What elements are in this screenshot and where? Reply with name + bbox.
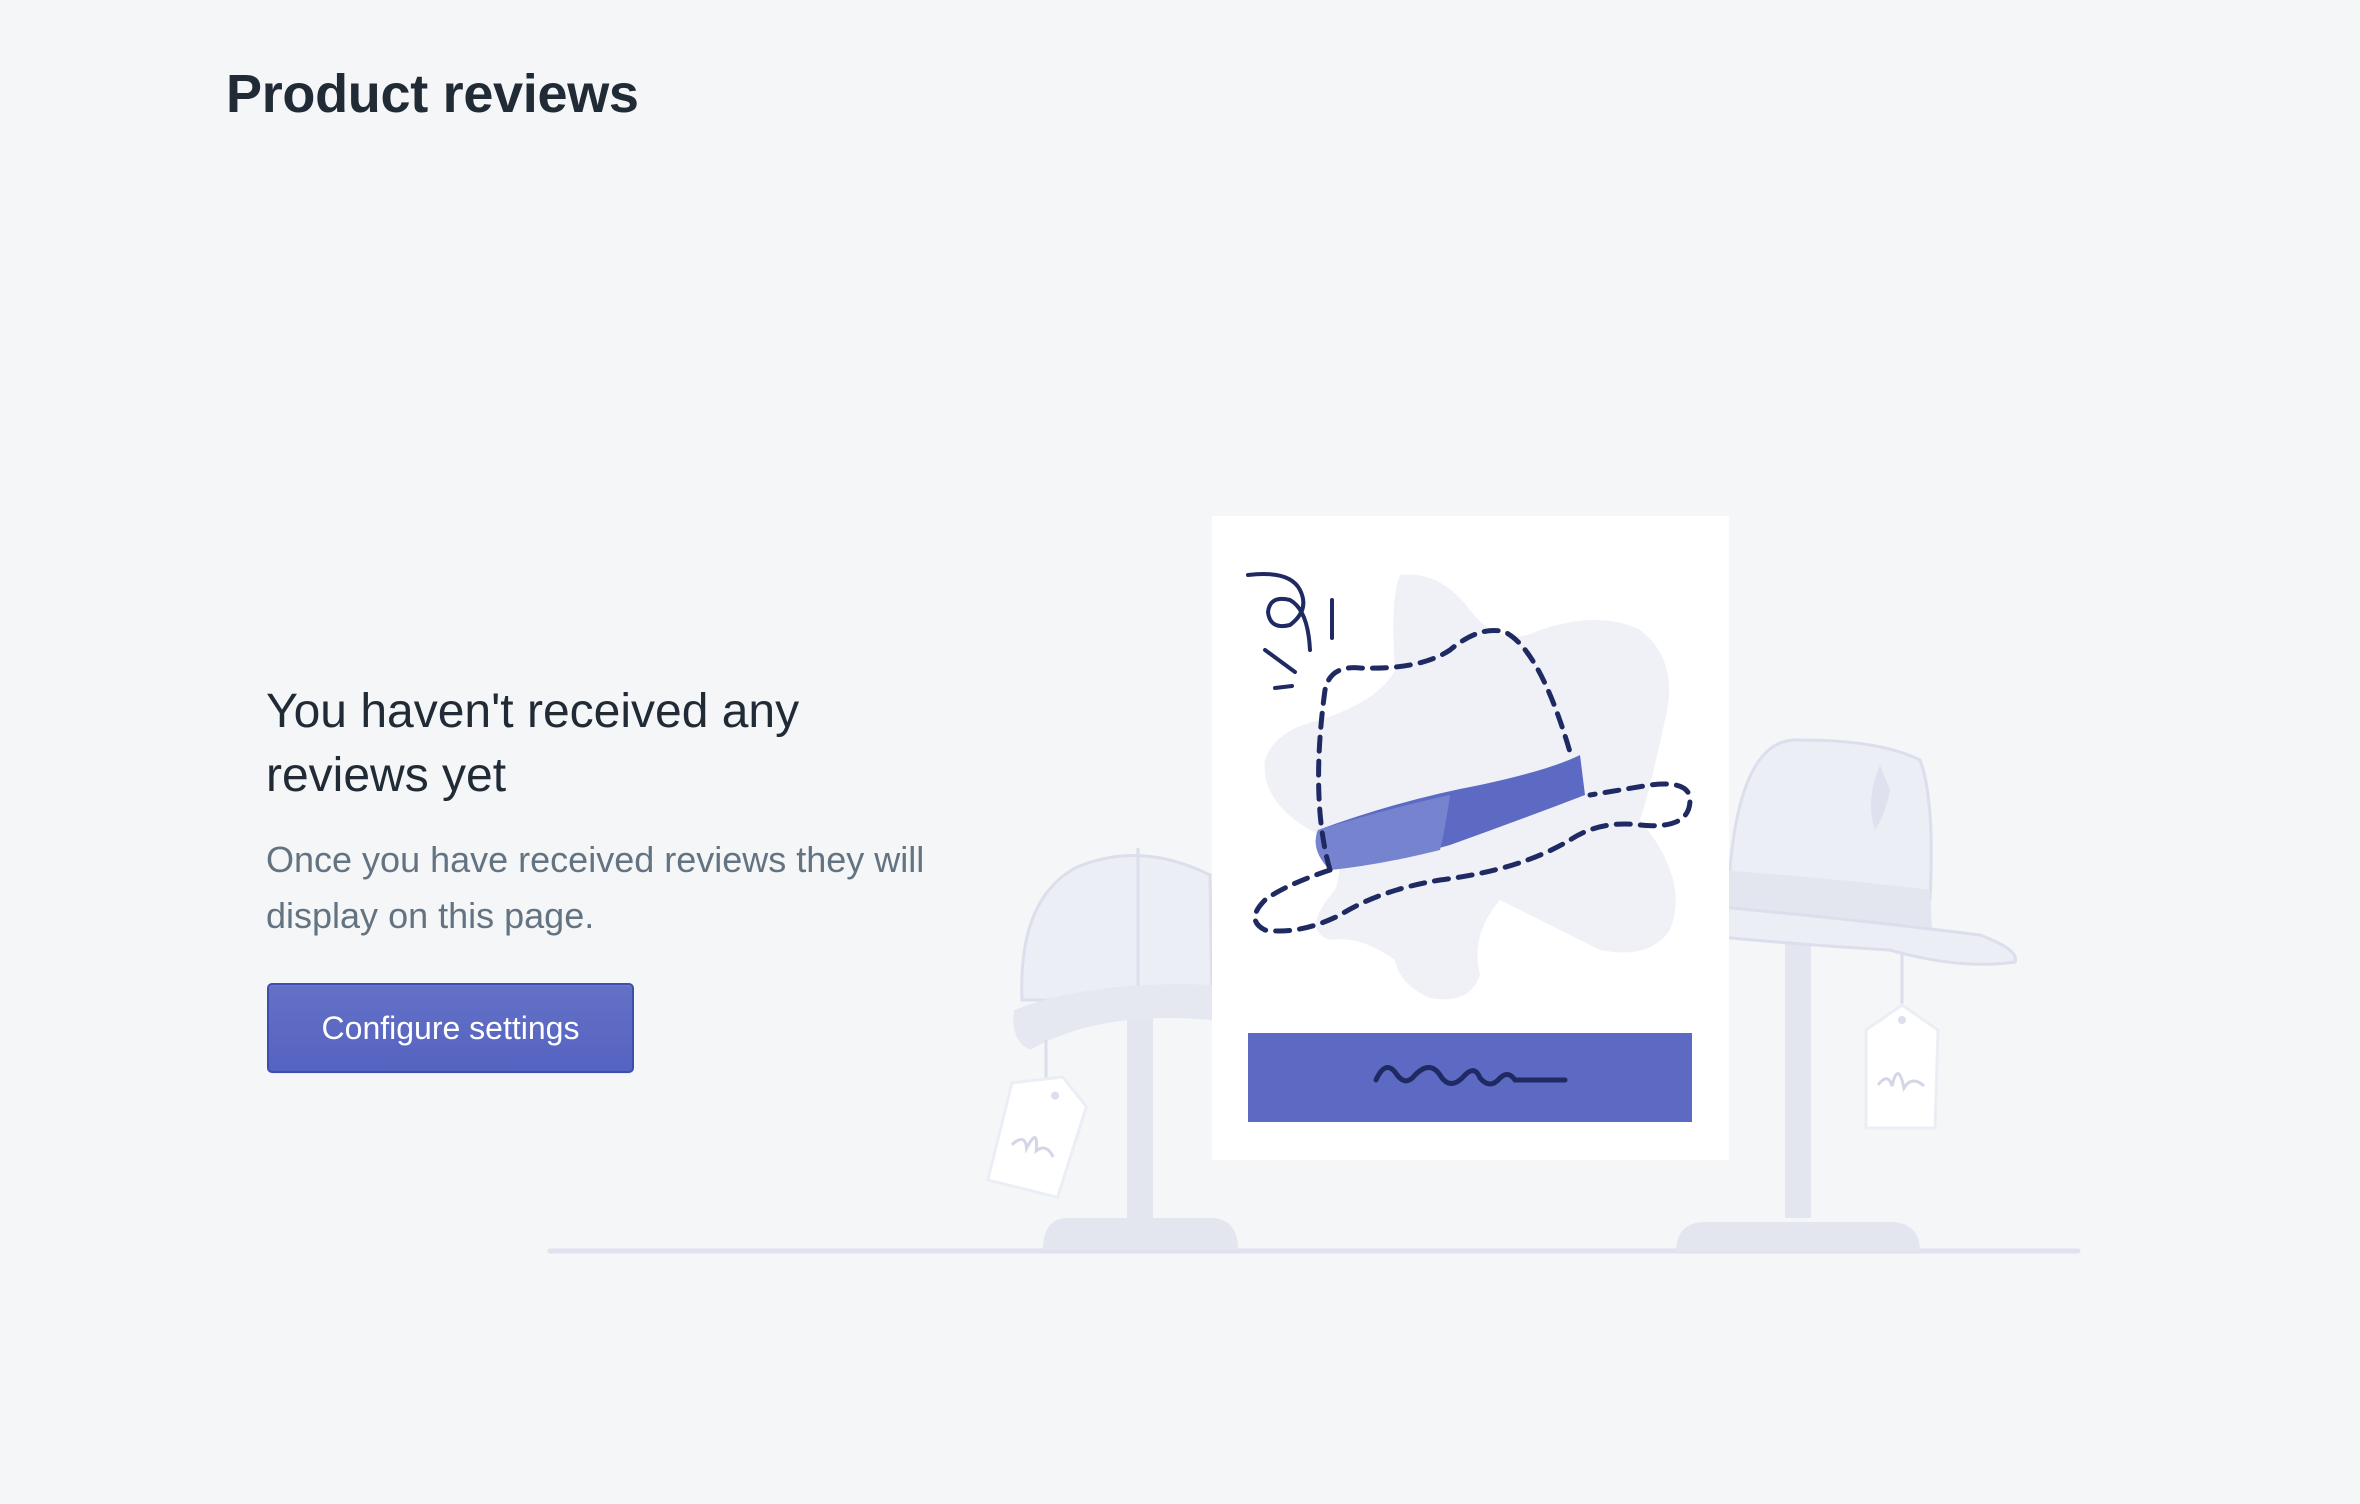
hat-poster-icon — [1212, 516, 1729, 1160]
cap-stand-left-icon — [985, 848, 1238, 1250]
hat-display-illustration — [547, 516, 2081, 1254]
